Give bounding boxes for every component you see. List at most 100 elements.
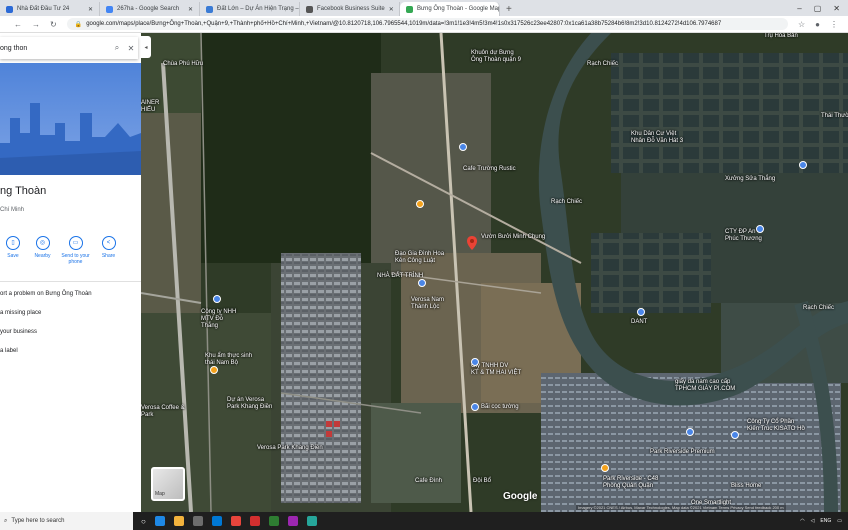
tab-list: Nhà Đất Đầu Tư 24 ✕ 267ha - Google Search ✕… <box>0 2 500 16</box>
map-label[interactable]: Đội Bổ <box>473 478 491 485</box>
reload-icon[interactable]: ↻ <box>50 20 57 29</box>
place-menu-item[interactable]: your business <box>0 329 37 335</box>
forward-icon[interactable]: → <box>32 20 40 29</box>
map-label[interactable]: Park Riverside Premium <box>650 449 715 456</box>
map-label[interactable]: Trụ Hóa Bản <box>764 33 798 40</box>
map-label[interactable]: Dự án Verosa Park Khang Điền <box>227 397 272 411</box>
map-label[interactable]: Cafe Đình <box>415 478 442 485</box>
clear-search-icon[interactable]: ✕ <box>124 44 138 53</box>
chrome-icon[interactable] <box>230 516 241 526</box>
place-menu-item[interactable]: a label <box>0 348 18 354</box>
volume-icon[interactable]: ◁ <box>811 518 815 524</box>
wifi-icon[interactable]: ◠ <box>800 518 804 524</box>
poi-marker[interactable] <box>686 428 694 436</box>
map-label[interactable]: Công Ty Cổ Phần Kiến Trúc KISATO Hồ <box>747 419 805 433</box>
map-label[interactable]: Verosa Coffee & Park <box>141 405 185 419</box>
action-share-button[interactable]: < Share <box>92 236 125 265</box>
system-tray: ◠ ◁ ENG ▭ <box>800 518 848 524</box>
tab-close-icon[interactable]: ✕ <box>188 6 193 13</box>
map-label[interactable]: giấy da nam cao cấp TPHCM GIÀY PI.COM <box>675 379 735 393</box>
poi-marker[interactable] <box>799 161 807 169</box>
tab-favicon-icon <box>106 5 113 13</box>
layer-switcher[interactable]: Map <box>151 467 185 501</box>
map-label[interactable]: NHÀ ĐẤT TRÌNH <box>377 273 423 280</box>
place-hero-image[interactable] <box>0 63 141 175</box>
taskbar-search[interactable]: ⌕ Type here to search <box>0 512 133 530</box>
search-input[interactable]: ong thon <box>0 45 110 52</box>
action-label: Send to your phone <box>61 253 90 265</box>
map-label[interactable]: Xưởng Sửa Thắng <box>725 176 775 183</box>
tab-4[interactable]: Bưng Ông Thoàn - Google Maps✕ <box>400 2 500 16</box>
place-menu-item[interactable]: a missing place <box>0 310 41 316</box>
tab-close-icon[interactable]: ✕ <box>88 6 93 13</box>
map-label[interactable]: Bliss Home <box>731 483 761 490</box>
map-label[interactable]: Rạch Chiếc <box>551 199 582 206</box>
maximize-icon[interactable]: ▢ <box>814 4 822 13</box>
action-send-to-your-phone-button[interactable]: ▭ Send to your phone <box>59 236 92 265</box>
map-label[interactable]: Cty TNHH DV KT & TM HAI VIỆT <box>471 363 521 377</box>
tab-0[interactable]: Nhà Đất Đầu Tư 24 ✕ <box>0 2 100 16</box>
map-label[interactable]: Rạch Chiếc <box>803 305 834 312</box>
notification-icon[interactable]: ▭ <box>837 518 842 524</box>
close-icon[interactable]: ✕ <box>833 4 840 13</box>
map-label[interactable]: Park Riverside - C48 Phòng Quản Quận <box>603 476 658 490</box>
poi-marker[interactable] <box>756 225 764 233</box>
map-label[interactable]: Khuôn dự Bưng Ông Thoàn quận 9 <box>471 50 521 64</box>
search-icon[interactable]: ⌕ <box>110 43 124 53</box>
star-icon[interactable]: ☆ <box>798 20 805 29</box>
map-label[interactable]: Rạch Chiếc <box>587 61 618 68</box>
poi-marker[interactable] <box>213 295 221 303</box>
map-label[interactable]: Bãi cọc tường <box>481 404 519 411</box>
action-nearby-button[interactable]: ◎ Nearby <box>26 236 59 265</box>
new-tab-button[interactable]: + <box>500 2 518 16</box>
map-label[interactable]: Cafe Trường Rustic <box>463 166 516 173</box>
store-icon[interactable] <box>192 516 203 526</box>
poi-marker[interactable] <box>471 403 479 411</box>
app-icon[interactable] <box>268 516 279 526</box>
action-label: Nearby <box>34 253 51 259</box>
map-label[interactable]: Verosa Park Khang Điền <box>257 445 323 452</box>
poi-marker[interactable] <box>471 358 479 366</box>
edge-icon[interactable] <box>154 516 165 526</box>
poi-marker[interactable] <box>416 200 424 208</box>
map-label[interactable]: Verosa Nam Thành Lộc <box>411 297 444 311</box>
map-label[interactable]: DANT <box>631 319 647 326</box>
map-label[interactable]: AINER HIẾU <box>141 100 159 114</box>
app-icon[interactable] <box>287 516 298 526</box>
poi-marker[interactable] <box>418 279 426 287</box>
map-label[interactable]: Công ty NHH MTV Đỗ Thắng <box>201 309 236 330</box>
more-icon[interactable]: ⋮ <box>830 20 838 29</box>
poi-marker[interactable] <box>210 366 218 374</box>
collapse-panel-button[interactable]: ◂ <box>141 36 151 58</box>
tab-close-icon[interactable]: ✕ <box>389 6 394 13</box>
map-attribution[interactable]: Imagery ©2021 CNES / Airbus, Maxar Techn… <box>576 505 786 510</box>
profile-icon[interactable]: ● <box>815 20 820 29</box>
poi-marker[interactable] <box>459 143 467 151</box>
url-input[interactable]: 🔒 google.com/maps/place/Bưng+Ông+Thoàn,+… <box>66 18 788 30</box>
map-label[interactable]: Khu ẩm thực sinh thái Nam Bộ <box>205 353 252 367</box>
place-menu-item[interactable]: ort a problem on Bưng Ông Thoàn <box>0 291 92 297</box>
opera-icon[interactable] <box>249 516 260 526</box>
tab-1[interactable]: 267ha - Google Search ✕ <box>100 2 200 16</box>
map-label[interactable]: Khu Dân Cư Việt Nhân Đỗ Văn Hát 3 <box>631 131 683 145</box>
poi-marker[interactable] <box>601 464 609 472</box>
poi-marker[interactable] <box>731 431 739 439</box>
language-indicator[interactable]: ENG <box>820 518 831 524</box>
map-label[interactable]: Đạo Gia Đình Hoa Kên Công Luật <box>395 251 444 265</box>
satellite-map[interactable]: Chùa Phú Hữu AINER HIẾU Khuôn dự Bưng Ông … <box>141 33 848 512</box>
minimize-icon[interactable]: – <box>797 4 801 13</box>
map-label[interactable]: Chùa Phú Hữu <box>163 61 203 68</box>
poi-marker[interactable] <box>637 308 645 316</box>
search-box[interactable]: ong thon ⌕ ✕ <box>0 37 138 59</box>
app-icon[interactable] <box>306 516 317 526</box>
map-label[interactable]: Vườn Bưởi Minh Chung <box>481 234 545 241</box>
task-view-icon[interactable]: ○ <box>141 517 146 526</box>
file-explorer-icon[interactable] <box>173 516 184 526</box>
mail-icon[interactable] <box>211 516 222 526</box>
map-label[interactable]: Thái Thường <box>821 113 848 120</box>
tab-3[interactable]: Facebook Business Suite ✕ <box>300 2 400 16</box>
tab-2[interactable]: Đất Lớn – Dự Án Hiện Trạng – Hồ✕ <box>200 2 300 16</box>
back-icon[interactable]: ← <box>14 20 22 29</box>
selected-place-pin-icon[interactable] <box>467 236 477 250</box>
action-save-button[interactable]: ▯ Save <box>0 236 26 265</box>
